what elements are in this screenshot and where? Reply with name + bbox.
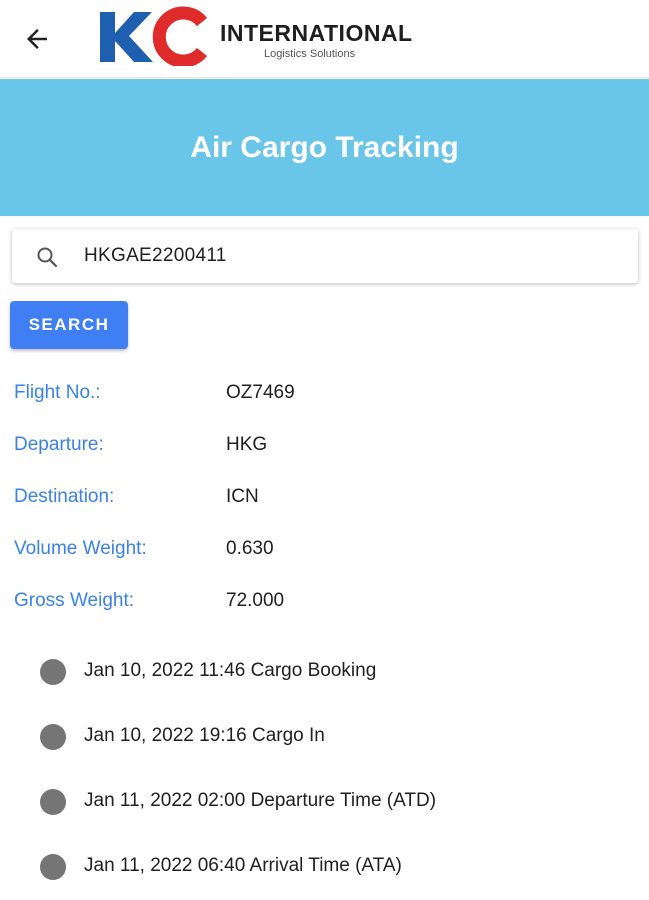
page-title: Air Cargo Tracking — [190, 130, 459, 164]
detail-row-departure: Departure: HKG — [0, 430, 649, 464]
detail-label: Flight No.: — [14, 382, 101, 403]
app-bar: INTERNATIONAL Logistics Solutions — [0, 0, 649, 78]
logo-title: INTERNATIONAL — [220, 20, 413, 46]
timeline-event-text: Jan 10, 2022 19:16 Cargo In — [84, 725, 325, 746]
detail-value: 72.000 — [226, 590, 285, 611]
timeline-event-text: Jan 11, 2022 02:00 Departure Time (ATD) — [84, 790, 437, 811]
page-banner: Air Cargo Tracking — [0, 79, 649, 216]
timeline-item: Jan 10, 2022 19:16 Cargo In — [0, 716, 649, 756]
timeline-dot-icon — [40, 724, 66, 750]
detail-row-destination: Destination: ICN — [0, 482, 649, 516]
timeline-event-text: Jan 10, 2022 11:46 Cargo Booking — [84, 660, 377, 681]
detail-value: OZ7469 — [226, 382, 295, 403]
detail-value: ICN — [226, 486, 259, 507]
search-icon — [37, 247, 58, 268]
logo-subtitle: Logistics Solutions — [264, 48, 356, 60]
detail-label: Departure: — [14, 434, 104, 455]
arrow-left-icon[interactable] — [22, 24, 52, 54]
timeline-event-text: Jan 11, 2022 06:40 Arrival Time (ATA) — [84, 855, 402, 876]
tracking-number-input[interactable] — [84, 241, 604, 271]
search-button[interactable]: SEARCH — [10, 301, 128, 349]
detail-row-flight-no: Flight No.: OZ7469 — [0, 378, 649, 412]
detail-row-gross-weight: Gross Weight: 72.000 — [0, 586, 649, 620]
detail-value: 0.630 — [226, 538, 274, 559]
timeline-item: Jan 11, 2022 02:00 Departure Time (ATD) — [0, 781, 649, 821]
detail-row-volume-weight: Volume Weight: 0.630 — [0, 534, 649, 568]
timeline-item: Jan 10, 2022 11:46 Cargo Booking — [0, 651, 649, 691]
detail-label: Volume Weight: — [14, 538, 147, 559]
search-bar — [12, 229, 638, 283]
timeline-dot-icon — [40, 789, 66, 815]
detail-label: Gross Weight: — [14, 590, 135, 611]
detail-value: HKG — [226, 434, 268, 455]
kc-logo-mark — [100, 6, 208, 66]
company-logo: INTERNATIONAL Logistics Solutions — [98, 6, 438, 66]
timeline-item: Jan 11, 2022 06:40 Arrival Time (ATA) — [0, 846, 649, 886]
timeline-dot-icon — [40, 854, 66, 880]
timeline-dot-icon — [40, 659, 66, 685]
detail-label: Destination: — [14, 486, 115, 507]
